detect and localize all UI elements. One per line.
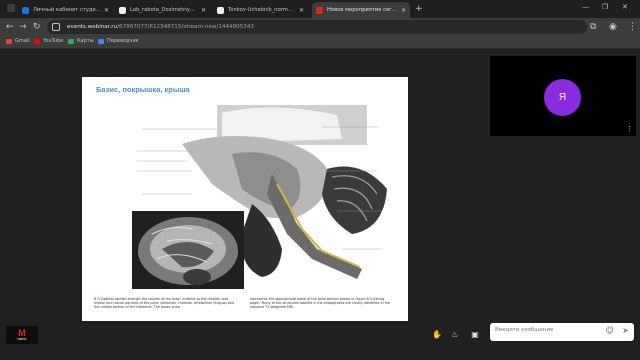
participant-video-tile[interactable]: Я ⋮: [490, 56, 636, 136]
caption-left: 6-3 Sagittal section through the column …: [94, 297, 238, 310]
bookmark-translate[interactable]: Переводчик: [98, 38, 139, 44]
caption-left-text: Sagittal section through the column of t…: [94, 297, 235, 310]
brain-sagittal-section-image: [132, 105, 387, 289]
message-placeholder: Введите сообщение: [495, 327, 554, 333]
tab-title: Tonkov-Uchebnik_normalnoy_a: [228, 7, 296, 13]
close-icon[interactable]: ✕: [299, 7, 304, 14]
bookmark-label: Карты: [77, 38, 94, 44]
tab-favicon: [119, 6, 126, 14]
forward-icon[interactable]: →: [19, 21, 27, 33]
slide-caption: 6-3 Sagittal section through the column …: [94, 297, 394, 310]
logo: M МИРЭА: [6, 326, 38, 344]
bookmark-maps[interactable]: Карты: [68, 38, 94, 44]
reaction-icon[interactable]: ♨: [448, 327, 462, 341]
more-vert-icon[interactable]: ⋮: [628, 21, 637, 33]
screen-layout-icon[interactable]: ▣: [468, 327, 482, 341]
youtube-icon: [34, 38, 40, 44]
bookmark-label: YouTube: [43, 38, 64, 44]
slide-title: Базис, покрышка, крыша: [96, 85, 190, 94]
gmail-icon: [6, 38, 12, 44]
tab-title: Новое мероприятие сегод: [327, 7, 398, 13]
url-host: events.webinar.ru: [67, 24, 118, 30]
caption-right: represents the approximate plane of the …: [250, 297, 394, 310]
tab-favicon: [22, 6, 29, 14]
maximize-icon[interactable]: ❐: [602, 3, 608, 11]
bookmark-label: Gmail: [15, 38, 30, 44]
tab-3[interactable]: Tonkov-Uchebnik_normalnoy_a ✕: [213, 2, 308, 18]
window-close-icon[interactable]: ✕: [622, 3, 628, 11]
tab-search-icon[interactable]: [7, 4, 15, 12]
tab-favicon: [217, 6, 224, 14]
presentation-slide: Базис, покрышка, крыша 6-3 Sagittal sect…: [82, 77, 408, 321]
extensions-icon[interactable]: ⧉: [590, 21, 596, 33]
message-input[interactable]: Введите сообщение ☺ ➤: [490, 323, 634, 341]
translate-icon: [98, 38, 104, 44]
more-vert-icon[interactable]: ⋮: [626, 126, 633, 133]
address-bar[interactable]: events.webinar.ru/67867077/612348715/str…: [47, 20, 587, 34]
bookmark-gmail[interactable]: Gmail: [6, 38, 30, 44]
tab-title: Личный кабинет студента РН: [33, 7, 101, 13]
caption-right-text: represents the approximate plane of the …: [250, 297, 391, 310]
close-icon[interactable]: ✕: [104, 7, 109, 14]
back-icon[interactable]: ←: [6, 21, 14, 33]
send-icon[interactable]: ➤: [622, 326, 629, 335]
tab-favicon: [316, 6, 323, 14]
site-info-icon[interactable]: [52, 23, 60, 31]
new-tab-icon[interactable]: +: [415, 4, 423, 14]
bookmark-youtube[interactable]: YouTube: [34, 38, 63, 44]
tab-title: Lab_rabota_Dozimetriya_lyuen: [130, 7, 198, 13]
url-path: /67867077/612348715/stream-new/144480534…: [117, 24, 254, 30]
minimize-icon[interactable]: —: [582, 3, 589, 11]
logo-text: МИРЭА: [17, 338, 27, 341]
close-icon[interactable]: ✕: [201, 7, 206, 14]
logo-mark: M: [18, 328, 26, 338]
close-icon[interactable]: ✕: [401, 7, 406, 14]
bookmark-label: Переводчик: [107, 38, 139, 44]
raise-hand-icon[interactable]: ✋: [430, 327, 444, 341]
tab-4[interactable]: Новое мероприятие сегод ✕: [312, 2, 410, 18]
tab-1[interactable]: Личный кабинет студента РН ✕: [18, 2, 113, 18]
url-text: events.webinar.ru/67867077/612348715/str…: [67, 21, 254, 33]
maps-icon: [68, 38, 74, 44]
tab-2[interactable]: Lab_rabota_Dozimetriya_lyuen ✕: [115, 2, 210, 18]
profile-icon[interactable]: ◉: [609, 21, 617, 33]
tab-bar: Личный кабинет студента РН ✕ Lab_rabota_…: [0, 0, 640, 18]
emoji-icon[interactable]: ☺: [606, 326, 614, 335]
avatar: Я: [544, 79, 581, 116]
reload-icon[interactable]: ↻: [33, 21, 41, 33]
bookmarks-bar: Gmail YouTube Карты Переводчик: [0, 36, 640, 49]
